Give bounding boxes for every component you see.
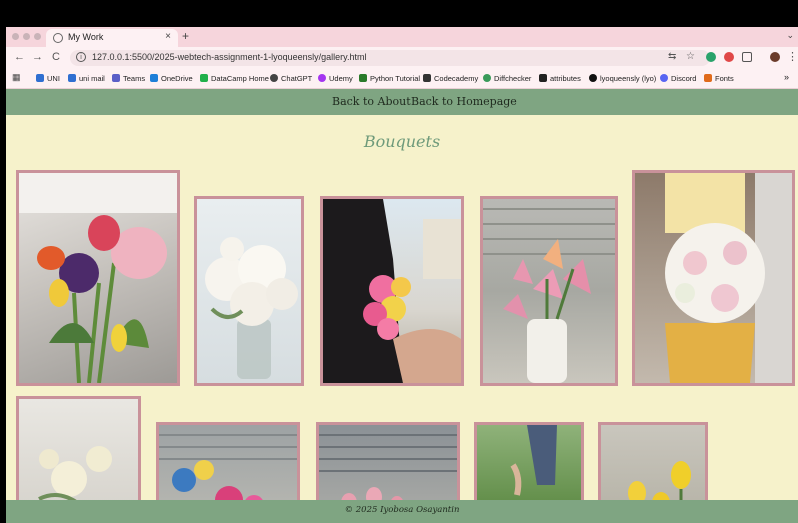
bookmark-item[interactable]: Discord <box>660 74 696 83</box>
back-to-homepage-link[interactable]: Back to Homepage <box>411 95 517 108</box>
bookmark-item[interactable]: ChatGPT <box>270 74 312 83</box>
bookmarks-overflow-button[interactable]: » <box>784 72 789 82</box>
tab-close-icon[interactable]: × <box>165 31 171 42</box>
site-nav: Back to About Back to Homepage <box>6 89 798 115</box>
gallery-heading: Bouquets <box>363 132 441 151</box>
forward-button[interactable]: → <box>32 51 43 63</box>
window-zoom-dot[interactable] <box>34 33 41 40</box>
profile-avatar[interactable] <box>770 52 780 62</box>
bouquet-photo[interactable] <box>632 170 795 386</box>
bookmark-item[interactable]: Codecademy <box>423 74 478 83</box>
extensions-puzzle-icon[interactable] <box>742 52 752 62</box>
bookmark-item[interactable]: lyoqueensly (lyo) <box>589 74 656 83</box>
new-tab-button[interactable]: + <box>182 29 189 43</box>
screen-top-bezel <box>0 0 798 27</box>
gypsophila-bouquet-image <box>665 173 792 383</box>
tab-search-button[interactable]: ⌄ <box>786 30 794 41</box>
address-bar[interactable]: i 127.0.0.1:5500/2025-webtech-assignment… <box>70 50 710 66</box>
browser-chrome: My Work × + ⌄ ← → C i 127.0.0.1:5500/202… <box>6 27 798 89</box>
extension-icon[interactable] <box>706 52 716 62</box>
tulip-bouquet-image <box>19 173 177 383</box>
copyright-text: © 2025 Iyobosa Osayantin <box>344 505 460 515</box>
bouquet-photo[interactable] <box>16 396 141 516</box>
window-minimize-dot[interactable] <box>23 33 30 40</box>
tab-strip: My Work × + ⌄ <box>6 27 798 47</box>
bookmarks-bar: ▦ UNI uni mail Teams OneDrive DataCamp H… <box>6 69 798 89</box>
bookmark-item[interactable]: Teams <box>112 74 145 83</box>
browser-menu-icon[interactable]: ⋮ <box>787 50 798 63</box>
url-text[interactable]: 127.0.0.1:5500/2025-webtech-assignment-1… <box>92 52 367 62</box>
back-button[interactable]: ← <box>14 51 25 63</box>
window-close-dot[interactable] <box>12 33 19 40</box>
bookmark-item[interactable]: Fonts <box>704 74 734 83</box>
bookmark-item[interactable]: attributes <box>539 74 581 83</box>
bouquet-photo[interactable] <box>194 196 304 386</box>
gallery-page: Back to About Back to Homepage Bouquets <box>6 89 798 523</box>
bookmark-item[interactable]: DataCamp Home <box>200 74 269 83</box>
bouquet-photo[interactable] <box>16 170 180 386</box>
browser-toolbar: ← → C i 127.0.0.1:5500/2025-webtech-assi… <box>6 47 798 69</box>
bookmark-item[interactable]: Udemy <box>318 74 353 83</box>
bookmark-item[interactable]: Python Tutorial <box>359 74 420 83</box>
site-footer: © 2025 Iyobosa Osayantin <box>6 500 798 523</box>
white-peony-image <box>205 237 298 379</box>
back-to-about-link[interactable]: Back to About <box>332 95 411 108</box>
bookmark-item[interactable]: UNI <box>36 74 60 83</box>
lantana-hair-image <box>323 199 461 383</box>
bookmark-item[interactable]: OneDrive <box>150 74 193 83</box>
bouquet-photo[interactable] <box>320 196 464 386</box>
bouquet-photo[interactable] <box>480 196 618 386</box>
tab-title: My Work <box>68 32 104 42</box>
globe-icon <box>53 33 63 43</box>
white-rose-image <box>38 446 112 506</box>
reload-button[interactable]: C <box>52 51 60 63</box>
apps-grid-icon[interactable]: ▦ <box>12 72 21 83</box>
translate-icon[interactable]: ⇆ <box>668 51 676 62</box>
site-info-icon[interactable]: i <box>76 52 86 62</box>
bookmark-item[interactable]: uni mail <box>68 74 105 83</box>
tab-my-work[interactable]: My Work × <box>46 29 178 47</box>
lily-vase-image <box>483 208 615 383</box>
extension-icon[interactable] <box>724 52 734 62</box>
bookmark-star-icon[interactable]: ☆ <box>686 51 695 62</box>
bookmark-item[interactable]: Diffchecker <box>483 74 531 83</box>
